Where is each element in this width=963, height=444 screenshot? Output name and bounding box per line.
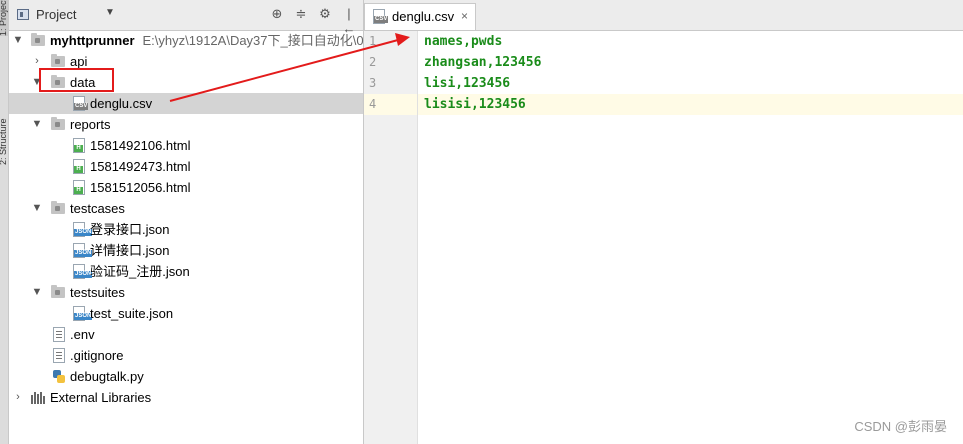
tree-row-env[interactable]: .env	[9, 324, 363, 345]
tree-row-testsuite-file[interactable]: JSON test_suite.json	[9, 303, 363, 324]
folder-icon	[31, 33, 45, 46]
file-label-report: 1581492473.html	[90, 159, 191, 174]
chevron-down-icon[interactable]: ▼	[31, 198, 43, 219]
html-file-icon: H	[73, 180, 85, 195]
json-file-icon: JSON	[73, 264, 93, 279]
library-icon	[31, 392, 47, 404]
text-file-icon	[53, 327, 65, 342]
chevron-down-icon[interactable]: ▼	[105, 7, 115, 18]
folder-icon	[51, 117, 65, 130]
tree-row-debugtalk[interactable]: debugtalk.py	[9, 366, 363, 387]
file-label-testcase: 验证码_注册.json	[90, 264, 190, 279]
project-view-label: Project	[36, 7, 77, 22]
project-root-path: E:\yhyz\1912A\Day37下_接口自动化\03	[142, 33, 371, 48]
code-content[interactable]: names,pwds zhangsan,123456 lisi,123456 l…	[418, 31, 963, 115]
tree-row-denglu-csv[interactable]: CSV denglu.csv	[9, 93, 363, 114]
line-number-current: 4	[364, 94, 417, 115]
tree-row-report-file[interactable]: H 1581512056.html	[9, 177, 363, 198]
code-line-current[interactable]: lisisi,123456	[418, 94, 963, 115]
json-file-icon: JSON	[73, 222, 93, 237]
project-view-selector[interactable]: Project	[17, 7, 76, 22]
tree-row-testsuites[interactable]: ▼ testsuites	[9, 282, 363, 303]
file-label-env: .env	[70, 327, 95, 342]
tree-row-gitignore[interactable]: .gitignore	[9, 345, 363, 366]
file-label-testsuite: test_suite.json	[90, 306, 174, 321]
chevron-down-icon[interactable]: ▼	[31, 282, 43, 303]
csv-file-icon: CSV	[373, 9, 389, 24]
file-label-report: 1581492106.html	[90, 138, 191, 153]
editor-tab-bar: CSV denglu.csv ×	[364, 0, 963, 31]
tree-row-testcase-file[interactable]: JSON 验证码_注册.json	[9, 261, 363, 282]
external-libraries-label: External Libraries	[50, 390, 152, 405]
chevron-down-icon[interactable]: ▼	[12, 30, 24, 51]
tree-row-root[interactable]: ▼ myhttprunner E:\yhyz\1912A\Day37下_接口自动化…	[9, 30, 371, 51]
file-label-report: 1581512056.html	[90, 180, 191, 195]
editor-area: CSV denglu.csv × 1 2 3 4 names,pwds zhan…	[364, 0, 963, 444]
line-number-gutter: 1 2 3 4	[364, 31, 418, 444]
project-panel: Project ▼ ⊕ ≑ ⚙ |← ▼ myhttprunner E:\yhyz…	[9, 0, 371, 444]
json-file-icon: JSON	[73, 306, 93, 321]
code-line[interactable]: lisi,123456	[418, 73, 963, 94]
tree-row-testcases[interactable]: ▼ testcases	[9, 198, 363, 219]
folder-icon	[51, 54, 65, 67]
folder-label-reports: reports	[70, 117, 111, 132]
tree-row-external-libraries[interactable]: › External Libraries	[9, 387, 363, 408]
folder-label-testcases: testcases	[70, 201, 125, 216]
watermark: CSDN @彭雨晏	[854, 419, 947, 434]
file-label-testcase: 详情接口.json	[90, 243, 170, 258]
code-line[interactable]: names,pwds	[418, 31, 963, 52]
project-panel-header: Project ▼ ⊕ ≑ ⚙ |←	[9, 0, 363, 36]
html-file-icon: H	[73, 159, 85, 174]
tree-row-report-file[interactable]: H 1581492473.html	[9, 156, 363, 177]
tool-window-strip: 1: Project 2: Structure	[0, 0, 10, 444]
file-label-testcase: 登录接口.json	[90, 222, 170, 237]
tree-row-report-file[interactable]: H 1581492106.html	[9, 135, 363, 156]
file-label-denglu-csv: denglu.csv	[90, 96, 153, 111]
file-label-debugtalk: debugtalk.py	[70, 369, 144, 384]
line-number: 1	[369, 34, 377, 48]
folder-label-testsuites: testsuites	[70, 285, 125, 300]
editor-tab-denglu-csv[interactable]: CSV denglu.csv ×	[364, 3, 476, 30]
editor-tab-label: denglu.csv	[392, 9, 455, 24]
project-root-name: myhttprunner	[50, 33, 135, 48]
close-icon[interactable]: ×	[461, 9, 468, 23]
line-number: 3	[369, 76, 377, 90]
tree-row-testcase-file[interactable]: JSON 详情接口.json	[9, 240, 363, 261]
code-line[interactable]: zhangsan,123456	[418, 52, 963, 73]
text-file-icon	[53, 348, 65, 363]
line-number: 2	[369, 55, 377, 69]
chevron-right-icon[interactable]: ›	[12, 387, 24, 408]
tree-row-reports[interactable]: ▼ reports	[9, 114, 363, 135]
html-file-icon: H	[73, 138, 85, 153]
file-label-gitignore: .gitignore	[70, 348, 124, 363]
tree-row-testcase-file[interactable]: JSON 登录接口.json	[9, 219, 363, 240]
python-file-icon	[53, 370, 65, 383]
chevron-down-icon[interactable]: ▼	[31, 114, 43, 135]
folder-icon	[51, 285, 65, 298]
folder-icon	[51, 201, 65, 214]
project-icon	[17, 9, 29, 20]
csv-file-icon: CSV	[73, 96, 89, 111]
highlight-box-data-folder	[39, 68, 114, 92]
json-file-icon: JSON	[73, 243, 93, 258]
